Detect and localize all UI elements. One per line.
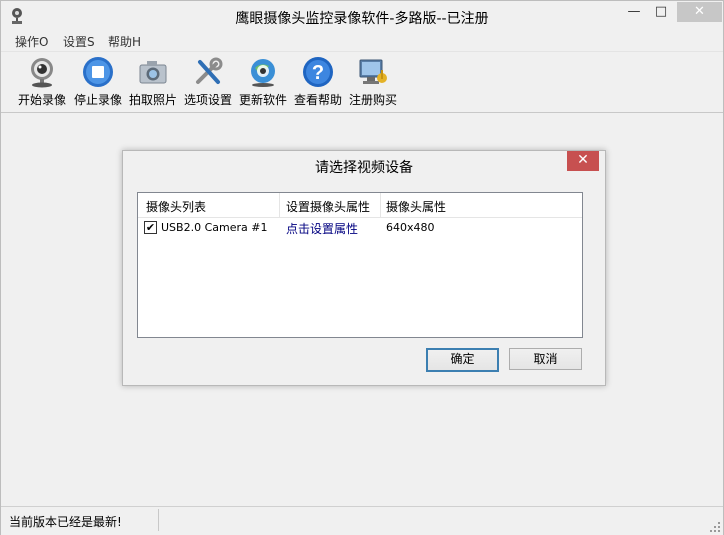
camera-resolution: 640x480 [386, 221, 435, 234]
status-text: 当前版本已经是最新! [9, 515, 122, 529]
help-icon: ? [303, 57, 333, 87]
toolbar-label: 查看帮助 [293, 93, 342, 107]
webcam-icon [31, 58, 53, 88]
register-buy-button[interactable]: 注册购买 [346, 54, 400, 110]
toolbar: 开始录像 停止录像 拍取照片 选项设置 更新软件 ? 查看帮助 注册购买 [1, 52, 723, 113]
camera-checkbox[interactable]: ✔ [144, 221, 157, 234]
cancel-button[interactable]: 取消 [509, 348, 582, 370]
toolbar-label: 停止录像 [73, 93, 122, 107]
toolbar-label: 更新软件 [238, 93, 287, 107]
toolbar-label: 选项设置 [183, 93, 232, 107]
toolbar-label: 开始录像 [17, 93, 66, 107]
select-video-device-dialog: 请选择视频设备 ✕ 摄像头列表 设置摄像头属性 摄像头属性 ✔ USB2.0 C… [122, 150, 606, 386]
update-software-button[interactable]: 更新软件 [236, 54, 290, 110]
column-header-set-properties[interactable]: 设置摄像头属性 [286, 198, 370, 215]
column-header-camera-list[interactable]: 摄像头列表 [146, 198, 206, 215]
start-recording-button[interactable]: 开始录像 [15, 54, 69, 110]
ok-button[interactable]: 确定 [426, 348, 499, 372]
table-row[interactable]: ✔ USB2.0 Camera #1 点击设置属性 640x480 [138, 218, 582, 237]
dialog-title: 请选择视频设备 [315, 160, 413, 176]
column-header-properties[interactable]: 摄像头属性 [386, 198, 446, 215]
register-icon [359, 59, 387, 84]
resize-grip-icon[interactable] [709, 521, 721, 533]
toolbar-label: 拍取照片 [128, 93, 177, 107]
column-divider[interactable] [279, 193, 280, 217]
stop-recording-button[interactable]: 停止录像 [71, 54, 125, 110]
dialog-close-button[interactable]: ✕ [567, 151, 599, 171]
maximize-button[interactable]: □ [649, 2, 673, 22]
menu-settings[interactable]: 设置S [63, 33, 95, 50]
update-icon [251, 59, 275, 87]
menu-operation[interactable]: 操作O [15, 33, 48, 50]
camera-name: USB2.0 Camera #1 [161, 221, 268, 234]
column-divider[interactable] [380, 193, 381, 217]
status-divider [158, 509, 159, 531]
stop-icon [83, 57, 113, 87]
camera-icon [139, 61, 167, 84]
close-button[interactable]: ✕ [677, 2, 722, 22]
list-header: 摄像头列表 设置摄像头属性 摄像头属性 [138, 193, 582, 218]
title-bar: 鹰眼摄像头监控录像软件-多路版--已注册 — □ ✕ [1, 1, 723, 31]
menu-bar: 操作O 设置S 帮助H [1, 31, 723, 52]
main-window: 鹰眼摄像头监控录像软件-多路版--已注册 — □ ✕ 操作O 设置S 帮助H 开… [0, 0, 724, 535]
view-help-button[interactable]: ? 查看帮助 [291, 54, 345, 110]
menu-help[interactable]: 帮助H [108, 33, 141, 50]
tools-icon [196, 57, 223, 84]
status-bar: 当前版本已经是最新! [1, 506, 723, 535]
take-photo-button[interactable]: 拍取照片 [126, 54, 180, 110]
camera-list[interactable]: 摄像头列表 设置摄像头属性 摄像头属性 ✔ USB2.0 Camera #1 点… [137, 192, 583, 338]
set-properties-link[interactable]: 点击设置属性 [286, 220, 358, 237]
options-button[interactable]: 选项设置 [181, 54, 235, 110]
toolbar-label: 注册购买 [348, 93, 397, 107]
minimize-button[interactable]: — [622, 2, 646, 22]
svg-text:?: ? [312, 62, 324, 84]
window-title: 鹰眼摄像头监控录像软件-多路版--已注册 [235, 11, 489, 27]
